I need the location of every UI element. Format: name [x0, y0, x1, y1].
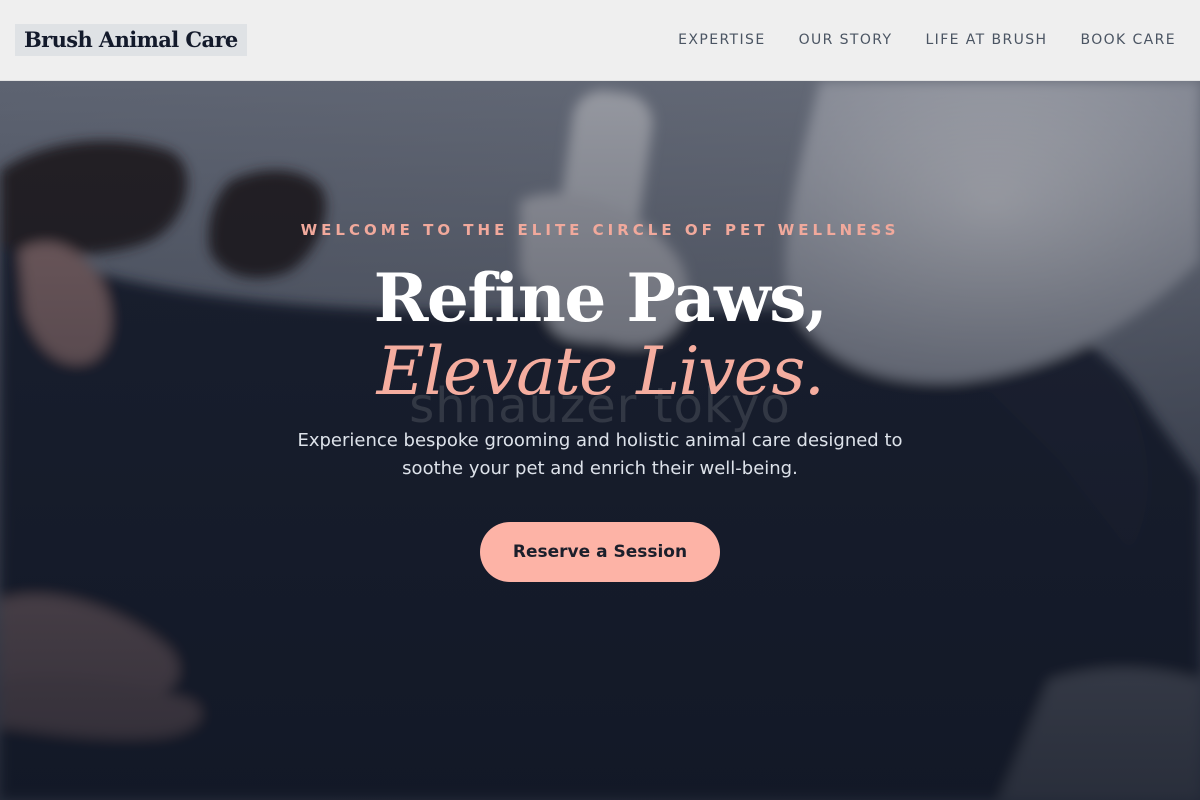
hero-title-line-1: Refine Paws, — [373, 259, 828, 337]
hero-content: WELCOME TO THE ELITE CIRCLE OF PET WELLN… — [0, 81, 1200, 800]
nav-link-book-care[interactable]: BOOK CARE — [1080, 32, 1176, 48]
nav-link-life-at-brush[interactable]: LIFE AT BRUSH — [925, 32, 1047, 48]
site-header: Brush Animal Care EXPERTISE OUR STORY LI… — [0, 0, 1200, 81]
hero-eyebrow: WELCOME TO THE ELITE CIRCLE OF PET WELLN… — [300, 221, 900, 239]
brand-logo[interactable]: Brush Animal Care — [15, 24, 247, 56]
hero-section: shnauzer tokyo WELCOME TO THE ELITE CIRC… — [0, 81, 1200, 800]
nav-link-our-story[interactable]: OUR STORY — [799, 32, 893, 48]
main-nav: EXPERTISE OUR STORY LIFE AT BRUSH BOOK C… — [678, 32, 1176, 48]
hero-title-line-2: Elevate Lives. — [376, 333, 825, 410]
nav-link-expertise[interactable]: EXPERTISE — [678, 32, 765, 48]
hero-subtitle: Experience bespoke grooming and holistic… — [297, 430, 903, 479]
reserve-session-button[interactable]: Reserve a Session — [480, 522, 720, 582]
